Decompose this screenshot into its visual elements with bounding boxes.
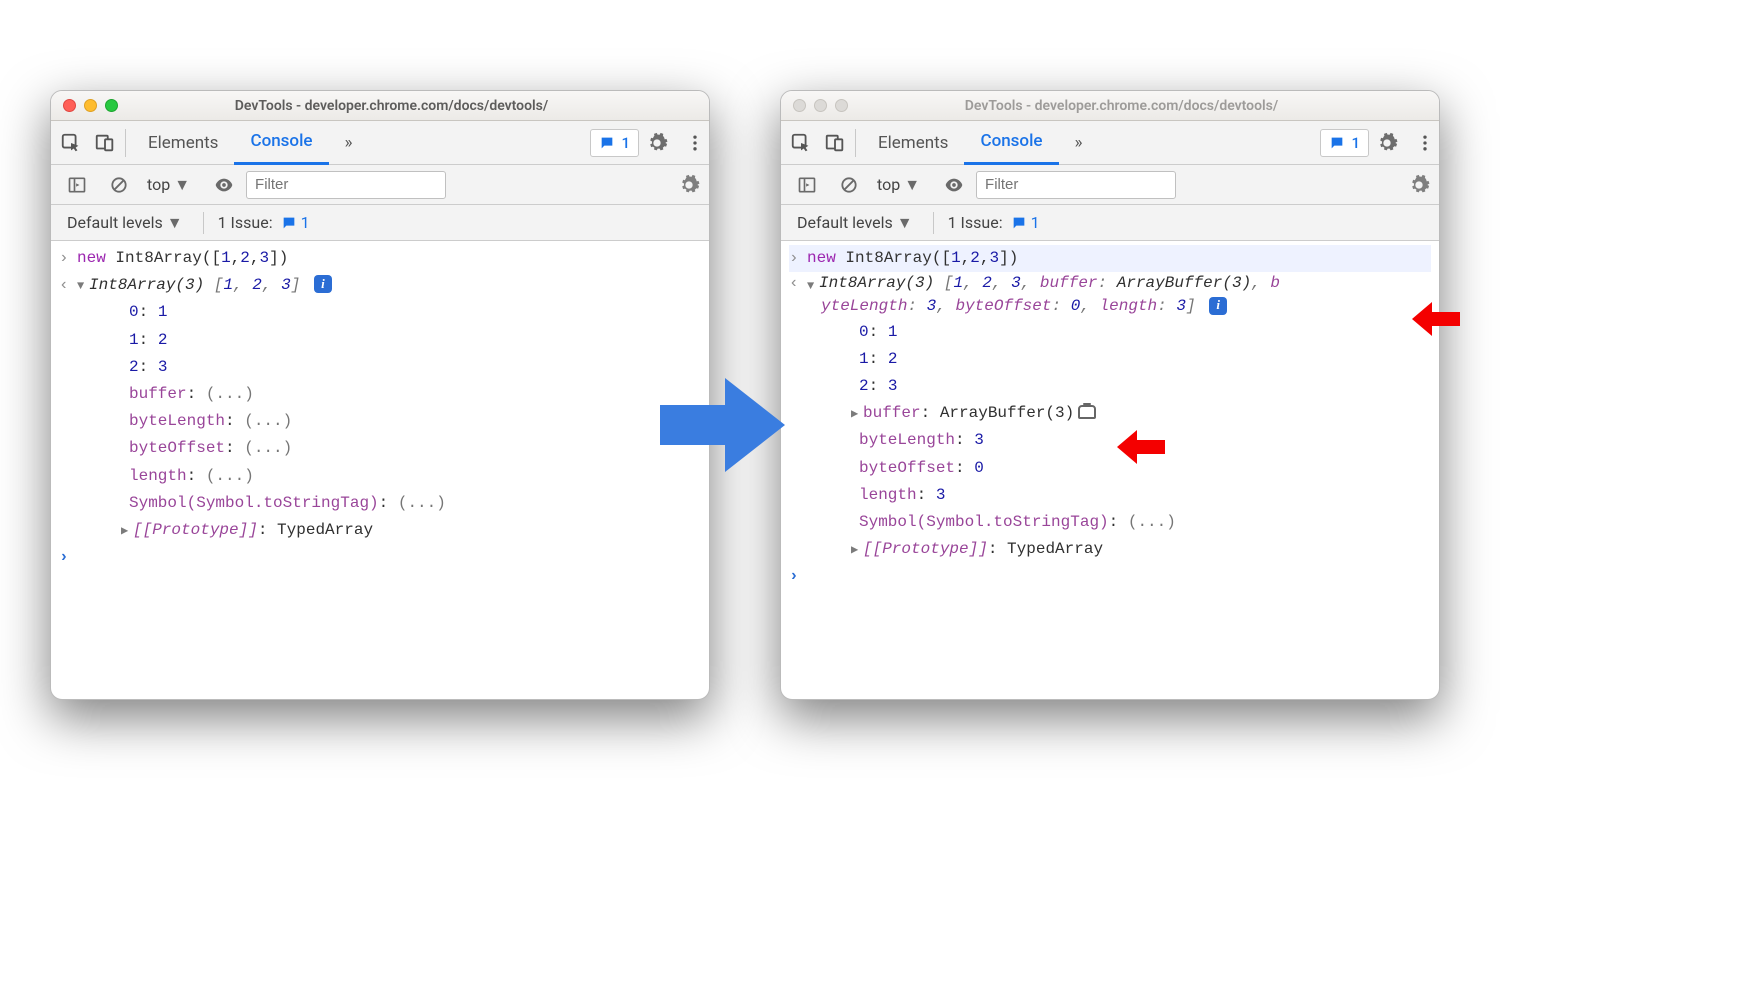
prompt-row[interactable]: › (789, 563, 1431, 590)
property-row[interactable]: Symbol(Symbol.toStringTag): (...) (59, 490, 701, 517)
filter-input[interactable] (976, 171, 1176, 199)
console-levels: Default levels▼ 1 Issue: 1 (51, 205, 709, 241)
console-toolbar: top ▼ (51, 165, 709, 205)
clear-console-icon[interactable] (835, 171, 863, 199)
prototype-row[interactable]: ▶[[Prototype]]: TypedArray (789, 536, 1431, 563)
issues-summary[interactable]: 1 Issue: 1 (948, 213, 1040, 232)
highlight-arrow-icon (1410, 300, 1460, 338)
issues-count: 1 (1351, 134, 1360, 152)
window-title: DevTools - developer.chrome.com/docs/dev… (146, 98, 697, 114)
property-row[interactable]: length: (...) (59, 463, 701, 490)
console-output: › new Int8Array([1,2,3]) ‹ ▼Int8Array(3)… (781, 241, 1439, 699)
property-row[interactable]: byteLength: 3 (789, 427, 1431, 454)
input-row: › new Int8Array([1,2,3]) (789, 245, 1431, 272)
minimize-icon[interactable] (84, 99, 97, 112)
property-row[interactable]: 2: 3 (59, 354, 701, 381)
property-row[interactable]: length: 3 (789, 482, 1431, 509)
tab-elements[interactable]: Elements (132, 121, 234, 164)
tab-console[interactable]: Console (234, 121, 328, 165)
property-row[interactable]: byteOffset: (...) (59, 435, 701, 462)
property-row[interactable]: 1: 2 (789, 346, 1431, 373)
tab-more[interactable]: » (329, 121, 369, 164)
context-label: top (147, 175, 170, 194)
gear-icon[interactable] (1373, 129, 1401, 157)
close-icon[interactable] (793, 99, 806, 112)
sidebar-toggle-icon[interactable] (63, 171, 91, 199)
window-title: DevTools - developer.chrome.com/docs/dev… (876, 98, 1427, 114)
maximize-icon[interactable] (835, 99, 848, 112)
kebab-icon[interactable] (681, 129, 709, 157)
devtools-tabs: Elements Console » 1 (781, 121, 1439, 165)
levels-selector[interactable]: Default levels▼ (61, 213, 189, 233)
devtools-window-after: DevTools - developer.chrome.com/docs/dev… (780, 90, 1440, 700)
output-row[interactable]: ‹ ▼Int8Array(3) [1, 2, 3, buffer: ArrayB… (789, 272, 1431, 318)
console-output: › new Int8Array([1,2,3]) ‹ ▼Int8Array(3)… (51, 241, 709, 699)
highlight-arrow-icon (1115, 428, 1165, 466)
property-row[interactable]: 0: 1 (789, 319, 1431, 346)
comparison-arrow-icon (660, 370, 790, 480)
context-selector[interactable]: top ▼ (141, 175, 196, 195)
property-row[interactable]: byteOffset: 0 (789, 455, 1431, 482)
titlebar[interactable]: DevTools - developer.chrome.com/docs/dev… (51, 91, 709, 121)
console-settings-icon[interactable] (675, 171, 703, 199)
issues-count: 1 (621, 134, 630, 152)
titlebar[interactable]: DevTools - developer.chrome.com/docs/dev… (781, 91, 1439, 121)
inspect-icon[interactable] (57, 129, 85, 157)
property-row[interactable]: buffer: (...) (59, 381, 701, 408)
clear-console-icon[interactable] (105, 171, 133, 199)
property-row[interactable]: byteLength: (...) (59, 408, 701, 435)
inspect-icon[interactable] (787, 129, 815, 157)
property-row[interactable]: 2: 3 (789, 373, 1431, 400)
console-levels: Default levels▼ 1 Issue: 1 (781, 205, 1439, 241)
prompt-row[interactable]: › (59, 544, 701, 571)
buffer-row[interactable]: ▶buffer: ArrayBuffer(3) (789, 400, 1431, 427)
minimize-icon[interactable] (814, 99, 827, 112)
memory-icon[interactable] (1078, 405, 1096, 419)
close-icon[interactable] (63, 99, 76, 112)
issues-indicator[interactable]: 1 (590, 129, 639, 157)
devtools-window-before: DevTools - developer.chrome.com/docs/dev… (50, 90, 710, 700)
filter-input[interactable] (246, 171, 446, 199)
console-toolbar: top▼ (781, 165, 1439, 205)
live-expression-icon[interactable] (210, 171, 238, 199)
issues-summary[interactable]: 1 Issue: 1 (218, 213, 310, 232)
levels-selector[interactable]: Default levels▼ (791, 213, 919, 233)
property-row[interactable]: 1: 2 (59, 327, 701, 354)
context-selector[interactable]: top▼ (871, 175, 926, 195)
property-row[interactable]: Symbol(Symbol.toStringTag): (...) (789, 509, 1431, 536)
kebab-icon[interactable] (1411, 129, 1439, 157)
maximize-icon[interactable] (105, 99, 118, 112)
input-row: › new Int8Array([1,2,3]) (59, 245, 701, 272)
info-icon[interactable]: i (314, 275, 332, 293)
tab-console[interactable]: Console (964, 121, 1058, 165)
live-expression-icon[interactable] (940, 171, 968, 199)
sidebar-toggle-icon[interactable] (793, 171, 821, 199)
property-row[interactable]: 0: 1 (59, 299, 701, 326)
gear-icon[interactable] (643, 129, 671, 157)
issues-indicator[interactable]: 1 (1320, 129, 1369, 157)
device-toggle-icon[interactable] (821, 129, 849, 157)
tab-more[interactable]: » (1059, 121, 1099, 164)
tab-elements[interactable]: Elements (862, 121, 964, 164)
device-toggle-icon[interactable] (91, 129, 119, 157)
devtools-tabs: Elements Console » 1 (51, 121, 709, 165)
output-row[interactable]: ‹ ▼Int8Array(3) [1, 2, 3] i (59, 272, 701, 299)
info-icon[interactable]: i (1209, 297, 1227, 315)
console-settings-icon[interactable] (1405, 171, 1433, 199)
prototype-row[interactable]: ▶[[Prototype]]: TypedArray (59, 517, 701, 544)
